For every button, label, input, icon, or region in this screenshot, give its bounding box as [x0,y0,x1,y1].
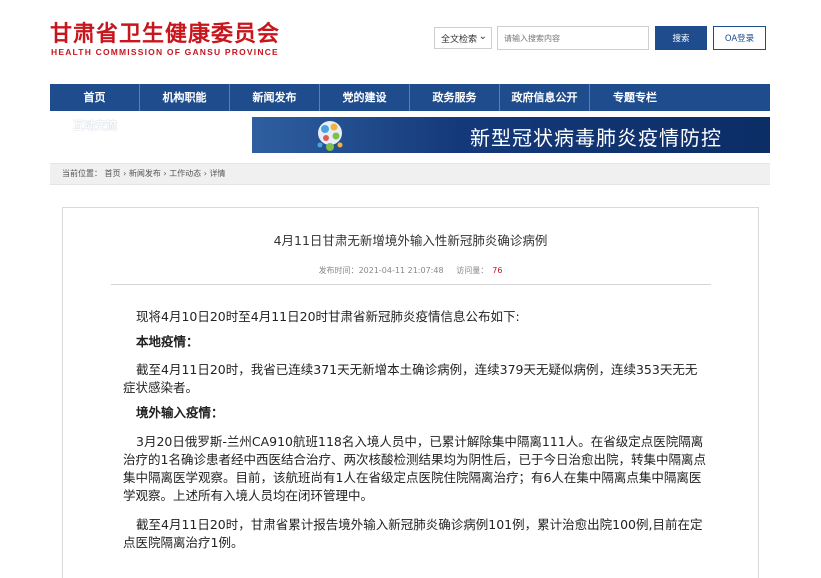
nav-item-interaction[interactable]: 互动交流 [73,117,117,133]
nav-item-home[interactable]: 首页 [50,84,140,111]
nav-item-disclosure[interactable]: 政府信息公开 [500,84,590,111]
breadcrumb-item-detail: 详情 [209,169,226,178]
breadcrumb-separator: › [163,169,167,178]
divider [111,284,711,285]
site-logo-en: HEALTH COMMISSION OF GANSU PROVINCE [51,47,279,57]
article-paragraph-imported: 3月20日俄罗斯-兰州CA910航班118名入境人员中，已累计解除集中隔离111… [123,434,706,503]
article-paragraph-local: 截至4月11日20时，我省已连续371天无新增本土确诊病例，连续379天无疑似病… [123,362,698,395]
article-paragraph-intro: 现将4月10日20时至4月11日20时甘肃省新冠肺炎疫情信息公布如下: [136,309,520,324]
site-logo-cn[interactable]: 甘肃省卫生健康委员会 [50,16,280,48]
search-type-select[interactable]: 全文检索 ⌄ [434,27,492,49]
article-heading-imported: 境外输入疫情： [136,405,224,420]
nav-item-topics[interactable]: 专题专栏 [590,84,680,111]
article-container: 4月11日甘肃无新增境外输入性新冠肺炎确诊病例 发布时间：2021-04-11 … [62,207,759,578]
breadcrumb: 当前位置： 首页 › 新闻发布 › 工作动态 › 详情 [50,163,770,185]
covid-banner[interactable]: 新型冠状病毒肺炎疫情防控 [252,117,770,153]
article-title: 4月11日甘肃无新增境外输入性新冠肺炎确诊病例 [273,233,548,248]
breadcrumb-prefix: 当前位置： [62,169,102,178]
virus-icon [317,121,343,151]
nav-item-functions[interactable]: 机构职能 [140,84,230,111]
publish-time: 2021-04-11 21:07:48 [358,266,444,275]
search-type-label: 全文检索 [441,35,478,45]
site-header: 甘肃省卫生健康委员会 HEALTH COMMISSION OF GANSU PR… [0,0,821,84]
nav-item-services[interactable]: 政务服务 [410,84,500,111]
nav-item-party[interactable]: 党的建设 [320,84,410,111]
breadcrumb-item-home[interactable]: 首页 [105,169,121,178]
breadcrumb-item-news[interactable]: 新闻发布 [129,169,161,178]
chevron-down-icon: ⌄ [478,31,487,42]
article-paragraph-summary: 截至4月11日20时，甘肃省累计报告境外输入新冠肺炎确诊病例101例，累计治愈出… [123,517,703,550]
article-heading-local: 本地疫情： [136,334,199,349]
search-input[interactable] [497,26,649,50]
views-count: 76 [492,266,503,275]
breadcrumb-item-work[interactable]: 工作动态 [169,169,201,178]
banner-title: 新型冠状病毒肺炎疫情防控 [470,126,722,150]
breadcrumb-separator: › [203,169,207,178]
views-label: 访问量： [456,266,489,275]
oa-login-button[interactable]: OA登录 [713,26,766,50]
article-meta: 发布时间：2021-04-11 21:07:48 访问量： 76 [63,265,758,276]
nav-item-news[interactable]: 新闻发布 [230,84,320,111]
main-nav: 首页 机构职能 新闻发布 党的建设 政务服务 政府信息公开 专题专栏 [50,84,770,111]
search-button[interactable]: 搜索 [655,26,707,50]
breadcrumb-separator: › [123,169,127,178]
publish-time-label: 发布时间： [318,266,359,275]
